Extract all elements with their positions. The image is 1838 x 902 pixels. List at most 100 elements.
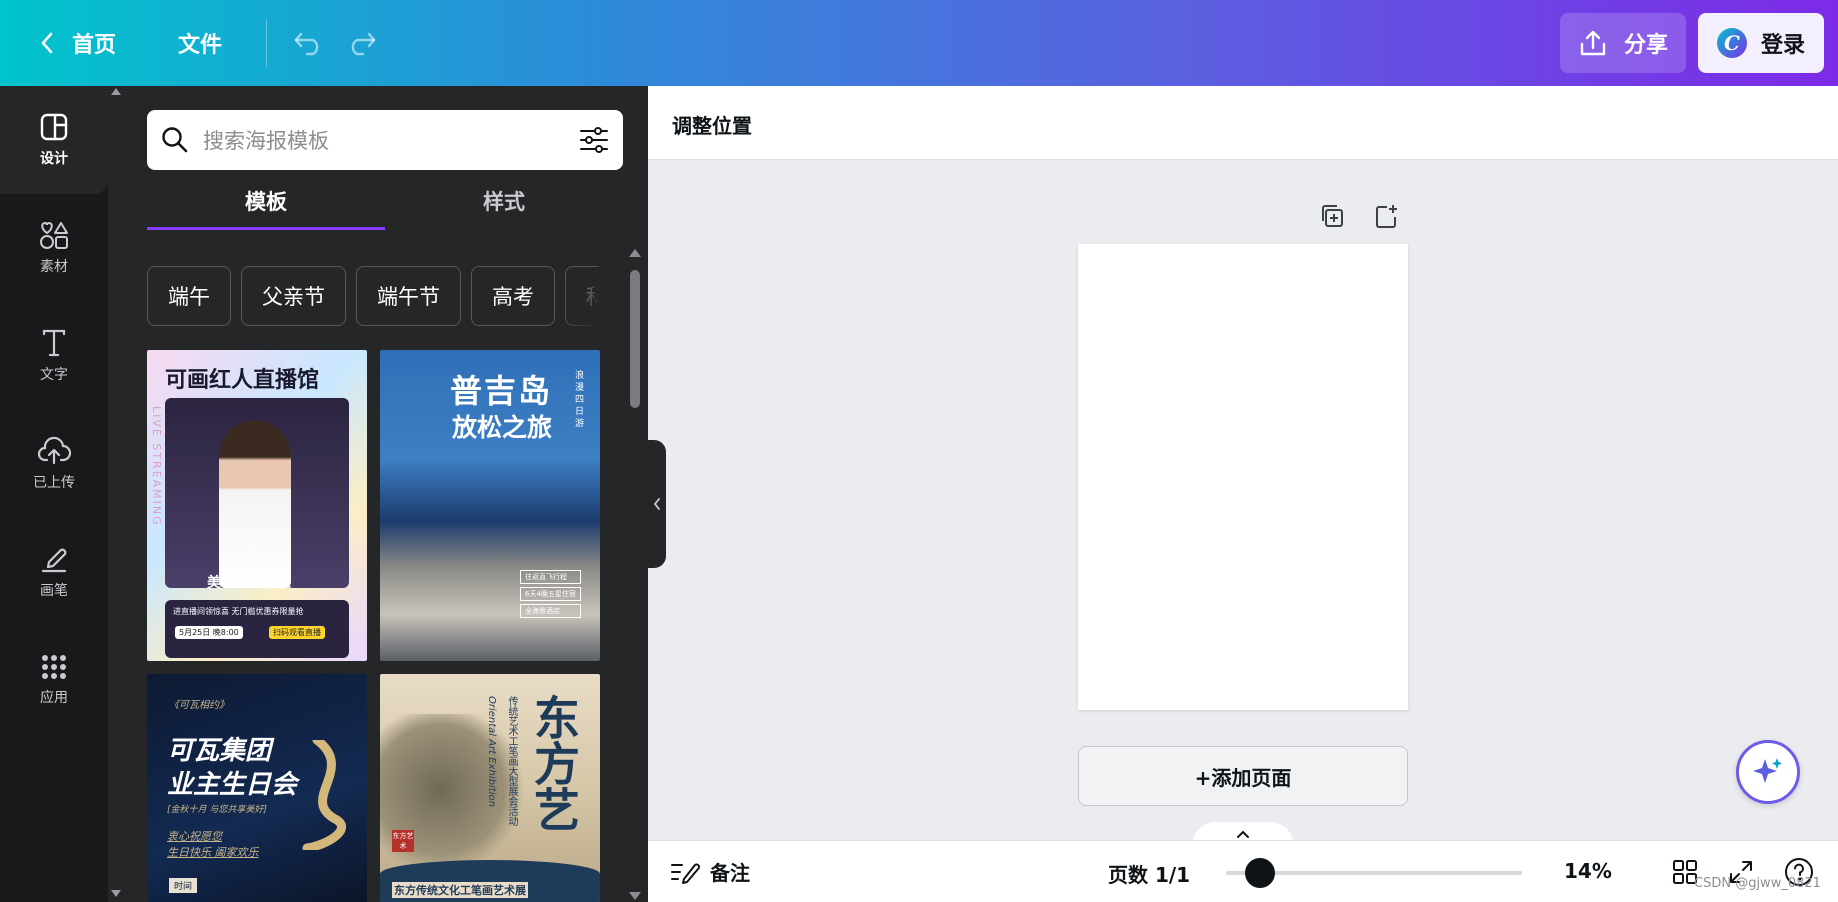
filter-sliders-icon[interactable] xyxy=(579,126,609,154)
add-page-button[interactable]: +添加页面 xyxy=(1078,746,1408,806)
scroll-down-icon[interactable] xyxy=(629,892,641,900)
rail-item-elements[interactable]: 素材 xyxy=(0,194,108,302)
rail-item-draw[interactable]: 画笔 xyxy=(0,518,108,626)
template-card[interactable]: 普吉岛 放松之旅 浪漫四日游 往返直飞行程 6天4晚五星住宿 全海景酒店 xyxy=(380,350,600,661)
template-tag: 全海景酒店 xyxy=(520,604,581,618)
template-tag: 6天4晚五星住宿 xyxy=(520,587,581,601)
chip-fathers-day[interactable]: 父亲节 xyxy=(241,266,346,326)
bottom-bar: 备注 页数 1/1 14% xyxy=(648,840,1838,902)
text-icon xyxy=(42,329,66,357)
add-page-icon-button[interactable] xyxy=(1372,202,1400,230)
rail-scroll-up-icon[interactable] xyxy=(111,88,121,95)
template-tagline: [金秋十月 与您共享美好] xyxy=(167,805,267,815)
category-chips: 端午 父亲节 端午节 高考 科技 xyxy=(147,266,599,326)
duplicate-page-button[interactable] xyxy=(1318,202,1346,230)
chevron-left-icon xyxy=(41,32,53,54)
notes-pencil-icon xyxy=(671,863,700,884)
search-input[interactable]: 搜索海报模板 xyxy=(203,125,579,155)
notes-button[interactable]: 备注 xyxy=(670,857,750,886)
template-card[interactable]: 可画红人直播馆 美妆专场来啦 LIVE STREAMING 进直播间领惊喜 无门… xyxy=(147,350,367,661)
top-bar: 首页 文件 分享 C 登录 xyxy=(0,0,1838,86)
rail-label: 素材 xyxy=(40,259,68,275)
shapes-icon xyxy=(40,221,68,249)
zoom-percentage[interactable]: 14% xyxy=(1564,859,1612,883)
panel-scrollbar[interactable] xyxy=(629,248,641,898)
chip-gaokao[interactable]: 高考 xyxy=(471,266,555,326)
page-tools xyxy=(1318,202,1400,230)
template-vertical-text: 浪漫四日游 xyxy=(573,370,583,430)
magic-assistant-button[interactable] xyxy=(1736,740,1800,804)
watermark: CSDN @gjww_0821 xyxy=(1694,876,1821,891)
search-box[interactable]: 搜索海报模板 xyxy=(147,110,623,170)
redo-button[interactable] xyxy=(335,17,387,69)
chip-duanwu[interactable]: 端午 xyxy=(147,266,231,326)
template-title: 业主生日会 xyxy=(167,770,298,800)
template-caption: 美妆专场来啦 xyxy=(207,575,291,591)
share-button[interactable]: 分享 xyxy=(1560,13,1686,73)
template-card[interactable]: 东方艺 术 传统艺术工笔画大型展会活动 Oriental Art Exhibit… xyxy=(380,674,600,902)
chevron-up-icon xyxy=(1237,830,1249,838)
tab-styles[interactable]: 样式 xyxy=(385,182,623,230)
canva-logo-icon: C xyxy=(1716,28,1747,58)
ribbon-decoration xyxy=(302,740,346,850)
chips-fade xyxy=(560,278,600,338)
file-menu-button[interactable]: 文件 xyxy=(164,0,236,86)
template-cta: 扫码观看直播 xyxy=(269,626,325,639)
layout-icon xyxy=(40,113,68,141)
template-title: 普吉岛 xyxy=(450,372,553,410)
rail-item-text[interactable]: 文字 xyxy=(0,302,108,410)
page-count[interactable]: 页数 1/1 xyxy=(1108,859,1190,888)
chevron-left-icon xyxy=(653,498,660,510)
template-title: 可瓦集团 xyxy=(167,736,272,766)
login-button[interactable]: C 登录 xyxy=(1698,13,1824,73)
file-label: 文件 xyxy=(178,33,223,58)
template-vertical-text: Oriental Art Exhibition xyxy=(486,696,497,807)
template-line: 衷心祝愿您 xyxy=(167,830,222,843)
rail-item-uploads[interactable]: 已上传 xyxy=(0,410,108,518)
template-tags: 往返直飞行程 6天4晚五星住宿 全海景酒店 xyxy=(520,570,581,618)
home-button[interactable]: 首页 xyxy=(0,0,130,86)
template-line: 生日快乐 阖家欢乐 xyxy=(167,846,259,859)
redo-icon xyxy=(351,32,376,56)
scrollbar-thumb[interactable] xyxy=(630,270,640,408)
template-side-text: LIVE STREAMING xyxy=(150,406,163,527)
template-title: 可画红人直播馆 xyxy=(165,368,320,393)
collapse-panel-button[interactable] xyxy=(648,440,666,568)
left-rail: 设计 素材 文字 已上传 画笔 应用 xyxy=(0,86,108,902)
template-label: 时间 xyxy=(169,878,198,893)
rail-item-apps[interactable]: 应用 xyxy=(0,626,108,734)
template-subtitle: 《可瓦相约》 xyxy=(169,700,229,711)
template-date: 5月25日 晚8:00 xyxy=(175,626,243,639)
template-subtitle: 放松之旅 xyxy=(452,413,553,442)
cloud-upload-icon xyxy=(37,436,71,465)
share-label: 分享 xyxy=(1623,33,1668,58)
duplicate-icon xyxy=(1322,205,1343,227)
rail-label: 画笔 xyxy=(40,583,68,599)
zoom-slider[interactable] xyxy=(1226,858,1522,888)
undo-icon xyxy=(294,32,319,56)
undo-button[interactable] xyxy=(283,17,335,69)
template-card[interactable]: 《可瓦相约》 可瓦集团 业主生日会 [金秋十月 与您共享美好] 衷心祝愿您 生日… xyxy=(147,674,367,902)
draw-icon xyxy=(41,548,67,573)
template-vertical-text: 传统艺术工笔画大型展会活动 xyxy=(506,696,517,826)
apps-grid-icon xyxy=(42,655,66,679)
position-button[interactable]: 调整位置 xyxy=(672,110,752,139)
tab-templates[interactable]: 模板 xyxy=(147,182,385,230)
home-label: 首页 xyxy=(72,33,117,58)
model-figure xyxy=(219,420,291,588)
panel-tabs: 模板 样式 xyxy=(147,182,623,230)
scroll-up-icon[interactable] xyxy=(629,249,641,257)
rail-scroll-down-icon[interactable] xyxy=(111,890,121,897)
rail-item-design[interactable]: 设计 xyxy=(0,86,108,194)
design-page[interactable] xyxy=(1078,244,1408,710)
chip-duanwu-festival[interactable]: 端午节 xyxy=(356,266,461,326)
template-title: 东方艺 xyxy=(527,694,581,832)
context-toolbar: 调整位置 xyxy=(648,86,1838,160)
seal-stamp: 东方艺术 xyxy=(392,830,414,852)
template-footer-text: 东方传统文化工笔画艺术展 xyxy=(392,882,528,898)
zoom-slider-knob[interactable] xyxy=(1244,858,1275,888)
search-icon xyxy=(162,127,188,153)
add-page-icon xyxy=(1376,205,1397,228)
rail-label: 应用 xyxy=(40,690,68,706)
template-info-box: 进直播间领惊喜 无门槛优惠券限量抢 5月25日 晚8:00 扫码观看直播 xyxy=(165,600,349,658)
